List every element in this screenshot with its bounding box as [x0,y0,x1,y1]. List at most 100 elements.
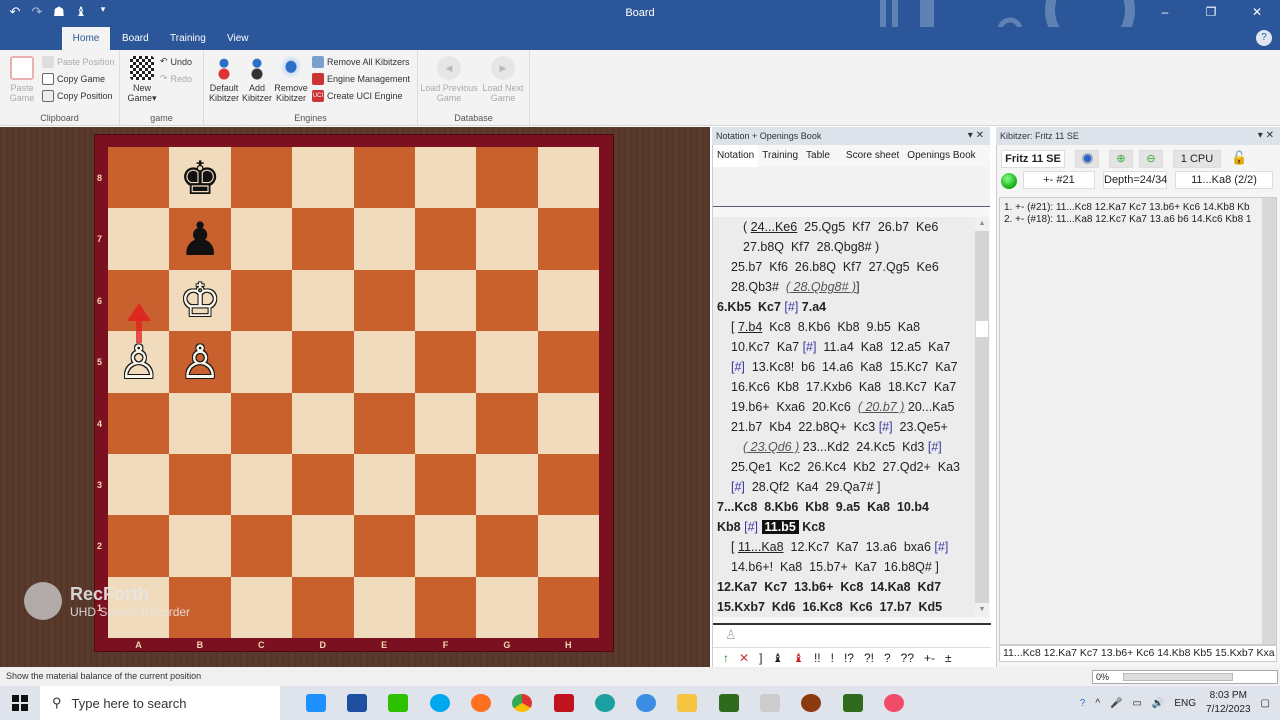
annotation-symbol[interactable]: ] [759,651,762,665]
square-f8[interactable] [414,147,477,209]
add-kibitzer-button[interactable]: Add Kibitzer [240,56,274,103]
annotation-symbol[interactable]: ? [884,651,891,665]
square-c7[interactable] [230,208,293,270]
store-icon[interactable] [347,694,367,712]
square-f2[interactable] [414,515,477,577]
notation-line[interactable]: 14.b6+! Ka8 15.b7+ Ka7 16.b8Q# ] [717,557,971,577]
square-f7[interactable] [414,208,477,270]
volume-icon[interactable]: 🔊 [1152,698,1164,709]
square-c3[interactable] [230,453,293,516]
square-g3[interactable] [476,453,538,516]
square-e3[interactable] [353,453,415,516]
panel-menu-icon[interactable]: ▾ [968,130,973,141]
stop-engine-button[interactable] [1075,150,1099,168]
square-a7[interactable] [108,208,170,270]
square-h5[interactable] [537,331,599,393]
mail-icon[interactable] [306,694,326,712]
notation-line[interactable]: 27.b8Q Kf7 28.Qbg8# ) [717,237,971,257]
square-e2[interactable] [353,515,415,577]
notification-icon[interactable]: ▢ [1261,698,1270,709]
tab-score-sheet[interactable]: Score sheet [842,145,903,167]
annotation-symbol[interactable]: ! [831,651,834,665]
notation-text[interactable]: ( 24...Ke6 25.Qg5 Kf7 26.b7 Ke6 27.b8Q Kf… [713,217,975,617]
notation-line[interactable]: 15.Kxb7 Kd6 16.Kc8 Kc6 17.b7 Kd5 [717,597,971,617]
notation-line[interactable]: 6.Kb5 Kc7 [#] 7.a4 [717,297,971,317]
close-button[interactable]: ✕ [1234,0,1280,24]
panel-close-icon[interactable]: ✕ [1266,130,1274,141]
cpu-button[interactable]: 1 CPU [1173,150,1221,168]
recorder-icon[interactable] [884,694,904,712]
square-c2[interactable] [230,515,293,577]
black-piece[interactable]: ♚ [179,155,220,201]
notation-line[interactable]: [ 7.b4 Kc8 8.Kb6 Kb8 9.b5 Ka8 [717,317,971,337]
annotation-symbol[interactable]: ♝ [793,651,804,665]
square-b7[interactable]: ♟ [169,208,231,270]
copy-game-button[interactable]: Copy Game [42,73,105,85]
engine-management-button[interactable]: Engine Management [312,73,410,85]
square-h8[interactable] [537,147,599,209]
app-icon[interactable] [636,694,656,712]
square-a3[interactable] [108,453,170,516]
annotation-symbol[interactable]: ?! [864,651,874,665]
square-f6[interactable] [414,269,477,332]
chevron-up-icon[interactable]: ^ [1095,698,1100,709]
square-d4[interactable] [292,392,354,454]
annotation-symbol[interactable]: ♝ [772,651,783,665]
square-h4[interactable] [537,392,599,454]
notation-line[interactable]: Kb8 [#] 11.b5 Kc8 [717,517,971,537]
microphone-icon[interactable]: 🎤 [1110,698,1122,709]
remove-kibitzer-button[interactable]: Remove Kibitzer [274,56,308,103]
tab-openings-book[interactable]: Openings Book [903,145,979,167]
create-uci-engine-button[interactable]: UCI Create UCI Engine [312,90,403,102]
windows-start-icon[interactable] [12,695,28,711]
notation-line[interactable]: [#] 13.Kc8! b6 14.a6 Ka8 15.Kc7 Ka7 [717,357,971,377]
square-h2[interactable] [537,515,599,577]
notation-line[interactable]: 12.Ka7 Kc7 13.b6+ Kc8 14.Ka8 Kd7 [717,577,971,597]
square-d1[interactable] [292,576,354,638]
minimize-button[interactable]: – [1142,0,1188,24]
tab-home[interactable]: Home [62,27,110,50]
language-indicator[interactable]: ENG [1174,698,1196,709]
scroll-up-icon[interactable]: ▲ [975,217,989,231]
zoom-in-button[interactable]: ⊕ [1109,150,1133,168]
chess-app-icon[interactable] [801,694,821,712]
material-balance-icon[interactable]: ♙ [725,627,737,643]
tab-table[interactable]: Table [802,145,834,167]
square-d2[interactable] [292,515,354,577]
annotation-symbol[interactable]: !! [814,651,821,665]
square-c5[interactable] [230,331,293,393]
load-next-game-button[interactable]: ▶ Load Next Game [478,56,528,103]
remove-all-kibitzers-button[interactable]: Remove All Kibitzers [312,56,410,68]
zoom-out-button[interactable]: ⊖ [1139,150,1163,168]
notation-line[interactable]: 25.b7 Kf6 26.b8Q Kf7 27.Qg5 Ke6 [717,257,971,277]
square-b2[interactable] [169,515,231,577]
square-a2[interactable] [108,515,170,577]
square-e5[interactable] [353,331,415,393]
square-e7[interactable] [353,208,415,270]
annotation-symbol[interactable]: ↑ [723,651,729,665]
square-d6[interactable] [292,269,354,332]
square-g2[interactable] [476,515,538,577]
square-b4[interactable] [169,392,231,454]
chrome-icon[interactable] [512,694,532,712]
white-piece[interactable]: ♔ [179,277,220,323]
panel-menu-icon[interactable]: ▾ [1258,130,1263,141]
help-icon[interactable]: ? [1256,30,1272,46]
undo-button[interactable]: ↶ Undo [160,56,192,67]
chess-reader-active-icon[interactable] [843,694,863,712]
annotation-symbol[interactable]: +- [924,651,935,665]
panel-close-icon[interactable]: ✕ [976,130,984,141]
acrobat-icon[interactable] [554,694,574,712]
square-d7[interactable] [292,208,354,270]
engine-scrollbar[interactable] [1262,198,1276,644]
notation-line[interactable]: 10.Kc7 Ka7 [#] 11.a4 Ka8 12.a5 Ka7 [717,337,971,357]
notation-line[interactable]: 28.Qb3# ( 28.Qbg8# )] [717,277,971,297]
wechat-icon[interactable] [388,694,408,712]
square-b6[interactable]: ♔ [169,269,231,332]
scroll-thumb[interactable] [976,321,988,337]
square-e4[interactable] [353,392,415,454]
notation-line[interactable]: 7...Kc8 8.Kb6 Kb8 9.a5 Ka8 10.b4 [717,497,971,517]
square-g5[interactable] [476,331,538,393]
chess-tool-icon[interactable] [760,694,780,712]
square-b5[interactable]: ♙ [169,331,231,393]
